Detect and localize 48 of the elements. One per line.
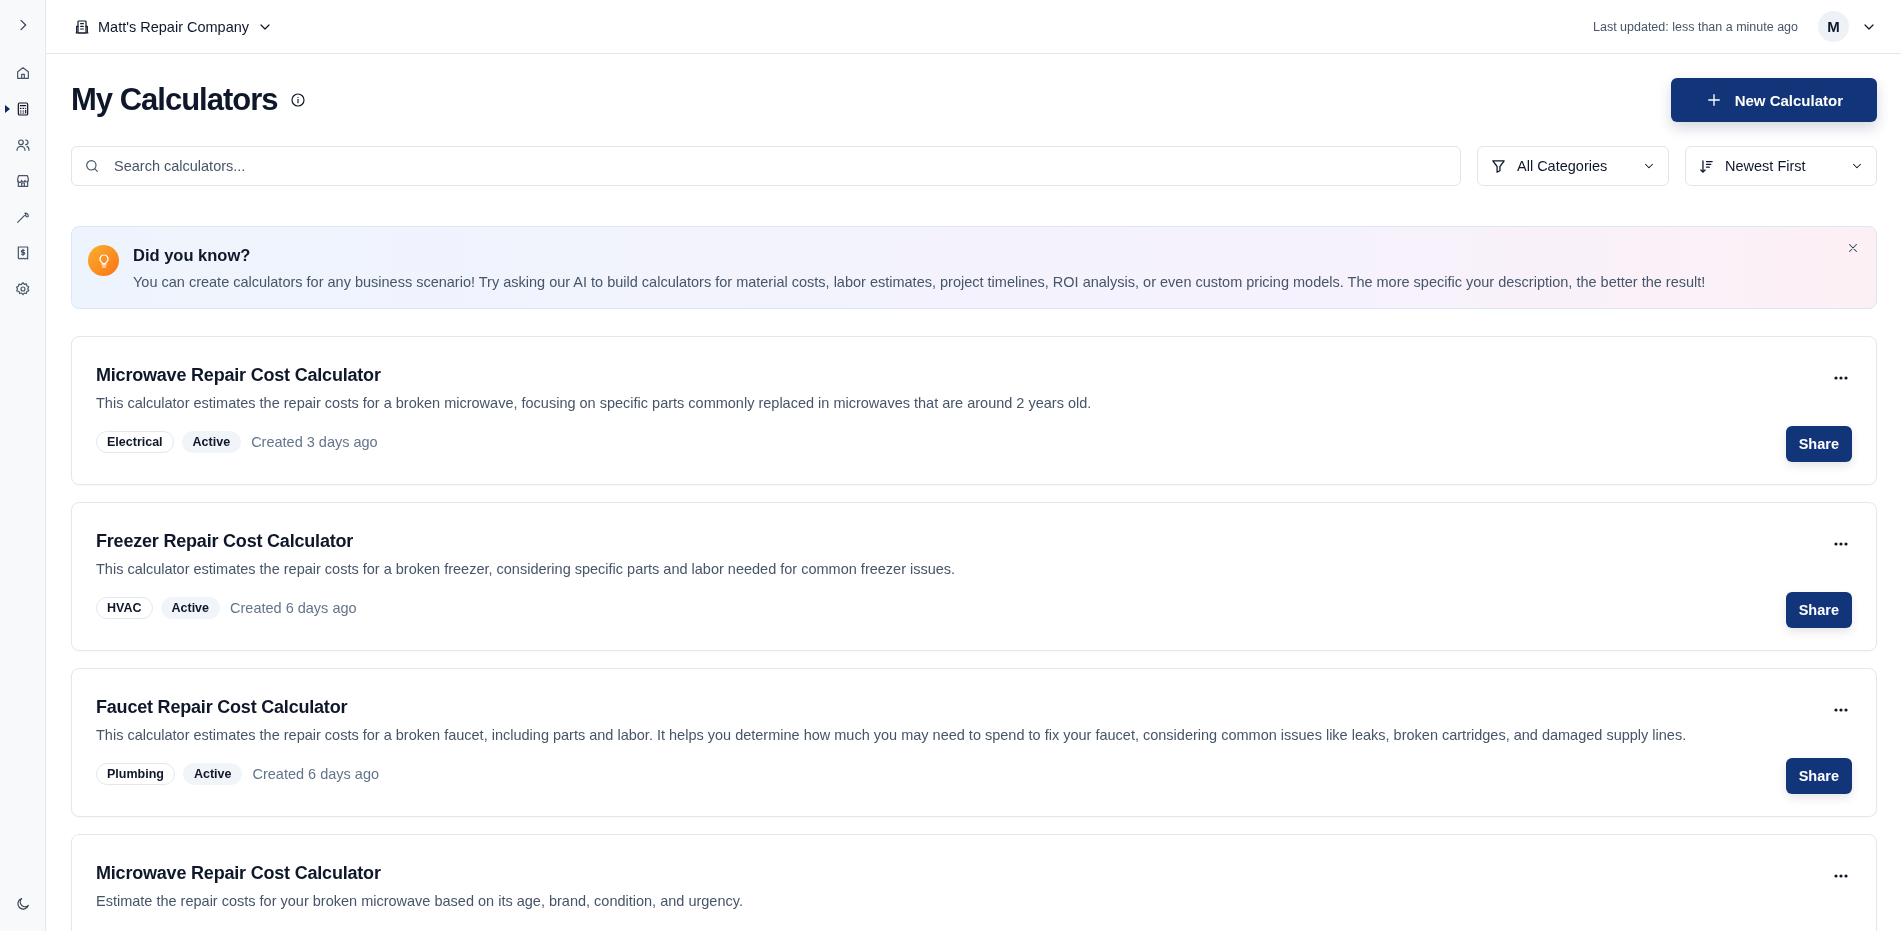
user-avatar: M — [1818, 11, 1849, 42]
calculator-title: Freezer Repair Cost Calculator — [96, 530, 355, 552]
created-date: Created 6 days ago — [230, 599, 357, 616]
share-button[interactable]: Share — [1785, 591, 1852, 628]
sort-dropdown[interactable]: Newest First — [1685, 146, 1877, 186]
store-icon — [14, 173, 31, 189]
more-options-icon — [1834, 375, 1848, 380]
calculator-title: Microwave Repair Cost Calculator — [96, 862, 382, 884]
new-calculator-button[interactable]: New Calculator — [1670, 78, 1877, 122]
funnel-icon — [1490, 157, 1507, 175]
created-date: Created 3 days ago — [251, 433, 378, 450]
more-options-icon — [1834, 873, 1848, 878]
calculator-card[interactable] — [71, 667, 1877, 817]
created-date: Created 6 days ago — [252, 765, 380, 782]
home-icon — [14, 65, 31, 81]
sort-icon — [1698, 157, 1715, 175]
share-button[interactable]: Share — [1785, 425, 1852, 462]
close-icon — [1846, 241, 1860, 255]
user-menu-button[interactable]: M — [1818, 11, 1877, 42]
page-title: My Calculators — [71, 82, 278, 118]
calculator-card[interactable] — [71, 335, 1877, 485]
calculator-description: This calculator estimates the repair costs for a broken freezer, considering specific parts and labor needed for common freezer issues. — [96, 560, 956, 577]
more-options-icon — [1834, 707, 1848, 712]
search-icon — [84, 158, 100, 174]
moon-icon — [14, 896, 31, 912]
calculator-card[interactable]: Microwave Repair Cost Calculator Estimate the repair costs for your broken microwave based on its age, brand, condition, and urgency. — [71, 833, 1877, 931]
calculator-title: Microwave Repair Cost Calculator — [96, 364, 382, 386]
status-tag: Active — [181, 430, 242, 453]
status-tag: Active — [160, 596, 221, 619]
search-field[interactable]: Search calculators... — [71, 146, 1461, 186]
share-button[interactable]: Share — [1785, 757, 1852, 794]
category-dropdown[interactable]: All Categories — [1477, 146, 1669, 186]
more-options-icon — [1834, 541, 1848, 546]
calculator-description: Estimate the repair costs for your broken microwave based on its age, brand, condition, and urgency. — [96, 892, 743, 909]
tip-title: Did you know? — [133, 246, 252, 265]
users-icon — [14, 137, 31, 153]
settings-icon — [14, 281, 31, 297]
calculator-title: Faucet Repair Cost Calculator — [96, 696, 349, 718]
status-tag: Active — [182, 762, 243, 785]
info-icon — [289, 92, 306, 108]
last-updated-text: Last updated: less than a minute ago — [1593, 19, 1798, 34]
company-selector[interactable]: Matt's Repair Company — [74, 18, 274, 35]
tip-text: You can create calculators for any business scenario! Try asking our AI to build calculators for material costs, labor estimates, project timelines, ROI analysis, or even custom pricing models. The more specific your description, the better the result! — [133, 273, 1706, 292]
building-icon — [74, 18, 90, 35]
wrench-icon — [14, 209, 31, 225]
calculator-card[interactable] — [71, 501, 1877, 651]
calculator-description: This calculator estimates the repair costs for a broken faucet, including parts and labor. It helps you determine how much you may need to spend to fix your faucet, considering common issues like leaks, broken cartridges, and damaged supply lines. — [96, 726, 1687, 743]
calculator-description: This calculator estimates the repair costs for a broken microwave, focusing on specific parts commonly replaced in microwaves that are around 2 years old. — [96, 394, 1092, 411]
